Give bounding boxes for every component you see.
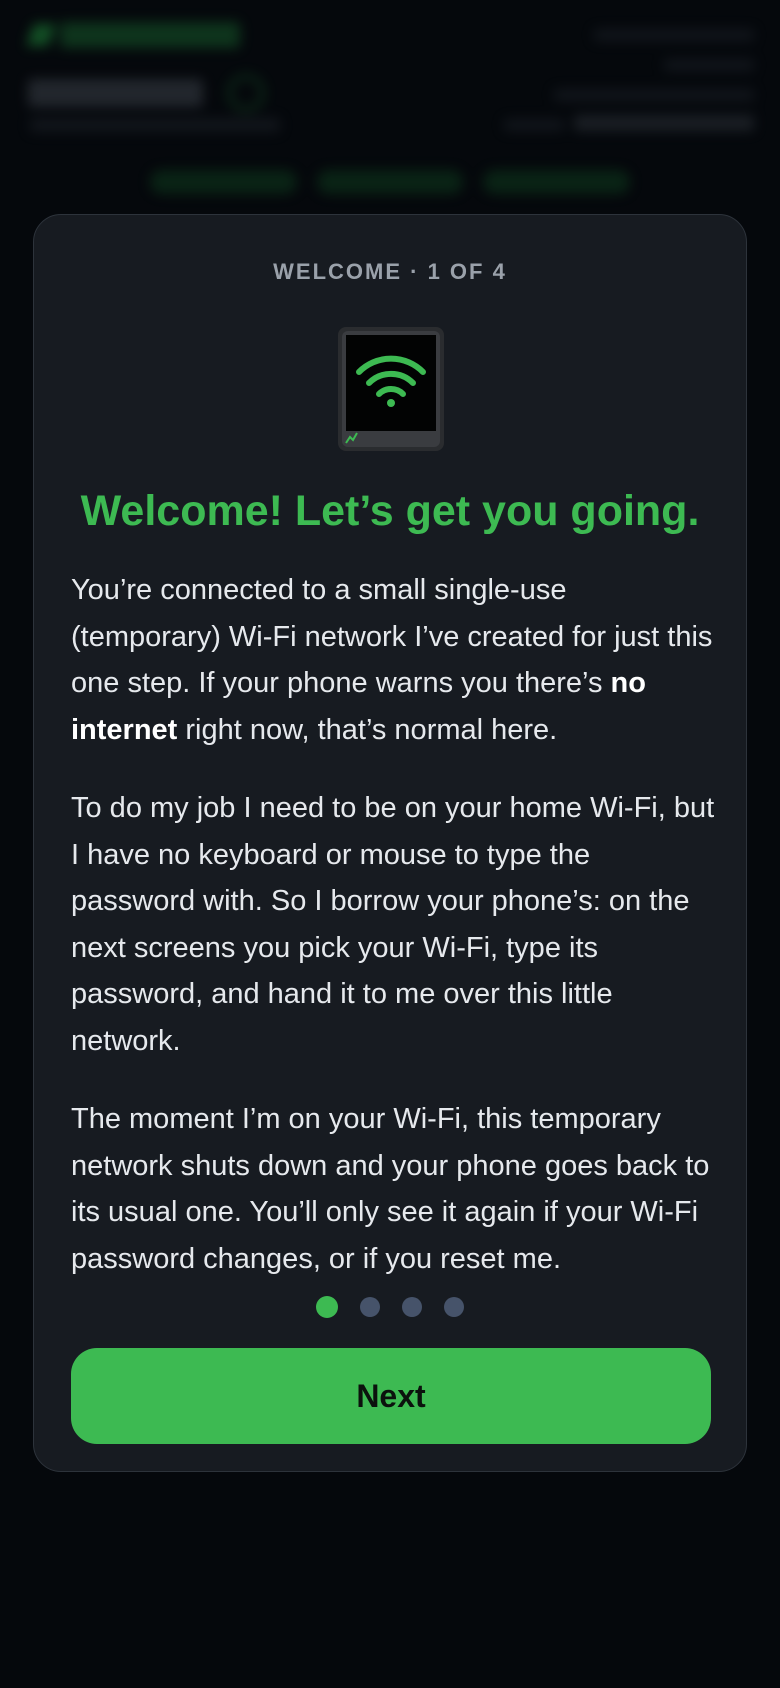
- background-title: [28, 72, 264, 111]
- welcome-modal: WELCOME · 1 OF 4 Welcome! Let’s get you …: [33, 214, 747, 1472]
- background-subtitle: [30, 116, 280, 137]
- wifi-device-icon: [338, 327, 444, 451]
- paragraph-intro: You’re connected to a small single-use (…: [71, 574, 713, 746]
- headline: Welcome! Let’s get you going.: [80, 487, 700, 535]
- pagination-dot-3[interactable]: [402, 1297, 422, 1317]
- body-text: You’re connected to a small single-use (…: [71, 567, 716, 1314]
- paragraph-outcome: The moment I’m on your Wi-Fi, this tempo…: [71, 1103, 710, 1275]
- pagination-dots: [34, 1296, 746, 1318]
- pagination-dot-2[interactable]: [360, 1297, 380, 1317]
- brand-logo: [25, 22, 240, 48]
- paragraph-purpose: To do my job I need to be on your home W…: [71, 792, 715, 1057]
- pagination-dot-4[interactable]: [444, 1297, 464, 1317]
- step-label: WELCOME · 1 OF 4: [273, 259, 507, 284]
- background-steps: [150, 170, 631, 194]
- pagination-dot-1[interactable]: [316, 1296, 338, 1318]
- background-meta: [504, 22, 754, 142]
- next-button[interactable]: Next: [71, 1348, 711, 1444]
